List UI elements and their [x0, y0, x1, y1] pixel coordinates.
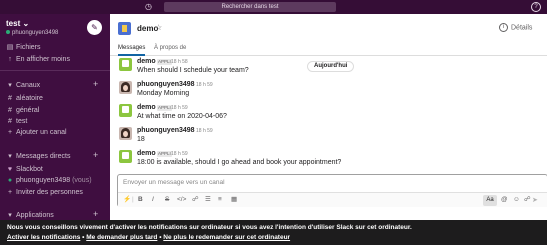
- message-input[interactable]: Envoyer un message vers un canal: [123, 179, 225, 186]
- strikethrough-icon[interactable]: S: [165, 196, 169, 204]
- sidebar-item-dm[interactable]: ● phuonguyen3498 (vous): [6, 177, 92, 184]
- never-ask-link[interactable]: Ne plus le redemander sur cet ordinateur: [163, 234, 290, 241]
- sidebar-item-channel[interactable]: # aléatoire: [6, 95, 43, 102]
- compose-button[interactable]: ✎: [87, 20, 102, 35]
- message-composer[interactable]: Envoyer un message vers un canal ⚡ | B I…: [117, 174, 547, 207]
- formatting-toggle-button[interactable]: Aa: [483, 195, 497, 206]
- app-badge: APPLI: [157, 151, 172, 157]
- app-badge: APPLI: [157, 59, 172, 65]
- online-status-icon: [6, 30, 10, 35]
- message-text: 18: [137, 136, 145, 143]
- hash-icon: #: [8, 95, 12, 102]
- emoji-icon[interactable]: ☺: [513, 196, 520, 204]
- app-icon: [118, 22, 131, 35]
- ask-later-link[interactable]: Me demander plus tard: [86, 234, 157, 241]
- sidebar-item-files[interactable]: ▤ Fichiers: [6, 43, 41, 51]
- sidebar-item-add-channel[interactable]: + Ajouter un canal: [6, 129, 67, 136]
- channels-header[interactable]: ▾ Canaux: [6, 81, 40, 89]
- chevron-down-icon: ⌄: [22, 19, 30, 28]
- message-author[interactable]: demo: [137, 104, 156, 111]
- channel-header: demo ☆ i Détails Messages À propos de: [110, 14, 547, 56]
- notification-banner: Nous vous conseillons vivement d'activer…: [0, 220, 547, 245]
- code-block-icon[interactable]: ▦: [231, 196, 237, 204]
- message-author[interactable]: phuonguyen3498: [137, 81, 195, 88]
- hash-icon: #: [8, 118, 12, 125]
- message-time[interactable]: 18 h 59: [196, 82, 213, 88]
- search-input[interactable]: Rechercher dans test: [164, 2, 336, 12]
- bold-icon[interactable]: B: [138, 196, 143, 204]
- toolbar-divider: |: [132, 196, 134, 203]
- tab-messages[interactable]: Messages: [118, 45, 146, 56]
- send-icon[interactable]: ➤: [532, 196, 542, 205]
- ordered-list-icon[interactable]: ☰: [205, 196, 211, 204]
- message-time[interactable]: 18 h 59: [196, 128, 213, 134]
- plus-icon: +: [7, 129, 13, 136]
- message-time[interactable]: 18 h 58: [171, 59, 188, 65]
- caret-down-icon: ▾: [8, 212, 12, 219]
- caret-down-icon: ▾: [8, 82, 12, 89]
- online-dot-icon: ●: [7, 177, 13, 184]
- sidebar-item-dm[interactable]: ♥ Slackbot: [6, 166, 43, 173]
- code-icon[interactable]: </>: [177, 196, 186, 204]
- add-channel-plus-icon[interactable]: +: [93, 79, 98, 89]
- sidebar-item-show-less[interactable]: ↑ En afficher moins: [6, 56, 70, 63]
- avatar[interactable]: [119, 150, 132, 163]
- tab-about[interactable]: À propos de: [154, 45, 186, 54]
- dm-header[interactable]: ▾ Messages directs: [6, 152, 70, 160]
- main-panel: demo ☆ i Détails Messages À propos de Auj…: [110, 14, 547, 220]
- lightning-icon[interactable]: ⚡: [123, 196, 131, 204]
- help-icon[interactable]: ?: [531, 2, 541, 12]
- banner-actions: Activer les notifications • Me demander …: [7, 234, 290, 241]
- message-time[interactable]: 18 h 59: [171, 105, 188, 111]
- files-icon: ▤: [6, 44, 14, 51]
- plus-icon: +: [7, 189, 13, 196]
- banner-message: Nous vous conseillons vivement d'activer…: [7, 224, 412, 231]
- compose-icon: ✎: [91, 23, 98, 32]
- message-list: Aujourd'hui demo APPLI 18 h 58 When shou…: [110, 57, 547, 177]
- message-text: 18:00 is available, should I go ahead an…: [137, 159, 342, 166]
- history-clock-icon[interactable]: ◷: [145, 2, 152, 12]
- details-button[interactable]: i Détails: [499, 23, 532, 32]
- link-icon[interactable]: ☍: [192, 196, 199, 204]
- info-icon: i: [499, 23, 508, 32]
- date-divider[interactable]: Aujourd'hui: [307, 61, 355, 72]
- star-icon[interactable]: ☆: [155, 23, 162, 32]
- top-bar: ◷ Rechercher dans test ?: [0, 0, 547, 14]
- message-text: When should I schedule your team?: [137, 67, 249, 74]
- message-text: Monday Morning: [137, 90, 190, 97]
- avatar[interactable]: [119, 81, 132, 94]
- message-text: At what time on 2020-04-06?: [137, 113, 227, 120]
- add-app-plus-icon[interactable]: +: [93, 209, 98, 219]
- bulleted-list-icon[interactable]: ≡: [218, 196, 222, 204]
- divider: [0, 70, 110, 71]
- arrow-up-icon: ↑: [8, 56, 12, 63]
- workspace-name[interactable]: test ⌄: [6, 19, 29, 28]
- enable-notifications-link[interactable]: Activer les notifications: [7, 234, 80, 241]
- avatar[interactable]: [119, 58, 132, 71]
- sidebar-item-invite[interactable]: + Inviter des personnes: [6, 189, 83, 196]
- avatar[interactable]: [119, 104, 132, 117]
- sidebar-item-channel[interactable]: # test: [6, 118, 27, 125]
- caret-down-icon: ▾: [8, 153, 12, 160]
- message-author[interactable]: demo: [137, 58, 156, 65]
- app-badge: APPLI: [157, 105, 172, 111]
- avatar[interactable]: [119, 127, 132, 140]
- mention-icon[interactable]: @: [501, 196, 508, 204]
- sidebar: test ⌄ phuonguyen3498 ✎ ▤ Fichiers ↑ En af…: [0, 14, 110, 220]
- format-toolbar: ⚡ | B I S </> ☍ ☰ ≡ ▦ Aa @ ☺ ☍ ➤: [118, 192, 547, 207]
- sidebar-item-channel[interactable]: # général: [6, 107, 39, 114]
- attach-icon[interactable]: ☍: [524, 196, 531, 204]
- message-author[interactable]: demo: [137, 150, 156, 157]
- message-author[interactable]: phuonguyen3498: [137, 127, 195, 134]
- hash-icon: #: [8, 107, 12, 114]
- italic-icon[interactable]: I: [152, 196, 154, 204]
- heart-icon: ♥: [7, 166, 13, 173]
- workspace-user: phuonguyen3498: [6, 30, 58, 36]
- message-time[interactable]: 18 h 59: [171, 151, 188, 157]
- add-dm-plus-icon[interactable]: +: [93, 150, 98, 160]
- apps-header[interactable]: ▾ Applications: [6, 211, 54, 219]
